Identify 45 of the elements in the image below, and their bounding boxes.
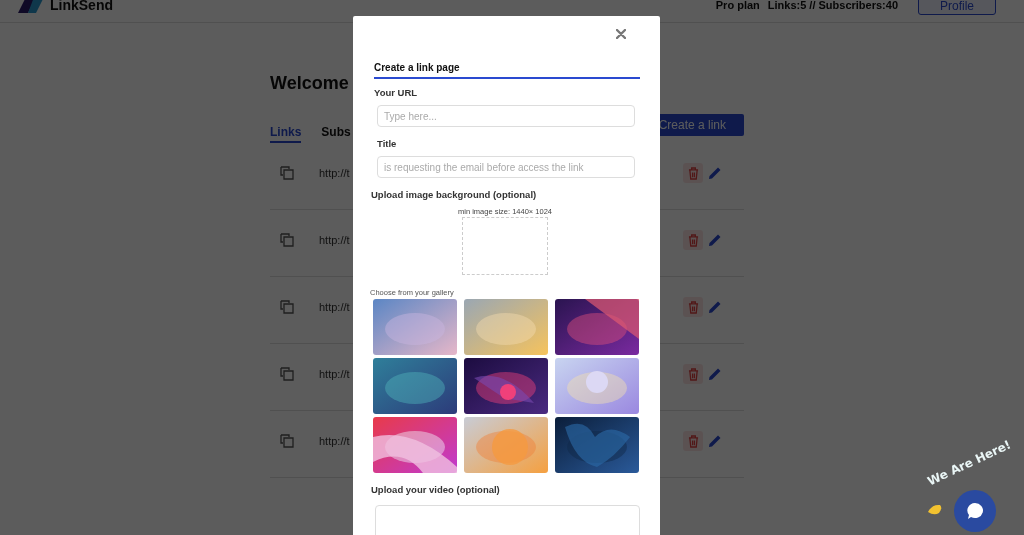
trash-icon xyxy=(687,233,699,247)
chat-button[interactable] xyxy=(954,490,996,532)
image-upload-label: Upload image background (optional) xyxy=(371,189,538,200)
video-upload-label: Upload your video (optional) xyxy=(371,484,501,495)
link-url[interactable]: http://t xyxy=(319,301,350,313)
copy-icon[interactable] xyxy=(280,367,294,381)
edit-icon[interactable] xyxy=(708,434,722,448)
video-upload-area[interactable] xyxy=(375,505,640,535)
delete-button[interactable] xyxy=(683,364,703,384)
welcome-heading: Welcome xyxy=(270,73,349,94)
link-url[interactable]: http://t xyxy=(319,435,350,447)
profile-button[interactable]: Profile xyxy=(918,0,996,15)
trash-icon xyxy=(687,434,699,448)
copy-icon[interactable] xyxy=(280,434,294,448)
edit-icon[interactable] xyxy=(708,233,722,247)
edit-icon[interactable] xyxy=(708,367,722,381)
dialog-tab[interactable]: Create a link page xyxy=(374,62,640,79)
edit-icon[interactable] xyxy=(708,166,722,180)
link-url[interactable]: http://t xyxy=(319,167,350,179)
copy-icon[interactable] xyxy=(280,300,294,314)
close-icon[interactable] xyxy=(616,29,626,39)
trash-icon xyxy=(687,367,699,381)
copy-icon[interactable] xyxy=(280,233,294,247)
delete-button[interactable] xyxy=(683,431,703,451)
plan-label: Pro plan xyxy=(715,0,760,11)
tab[interactable]: Links xyxy=(270,125,302,143)
logo-icon xyxy=(18,0,44,13)
edit-icon[interactable] xyxy=(708,300,722,314)
title-input-field[interactable]: is requesting the email before access the link xyxy=(377,156,635,178)
title-label: Title xyxy=(377,138,398,149)
trash-icon xyxy=(687,300,699,314)
brand-name: LinkSend xyxy=(50,0,113,13)
link-url[interactable]: http://t xyxy=(319,234,350,246)
url-label: Your URL xyxy=(374,87,419,98)
chat-bubble-icon xyxy=(965,501,985,521)
url-input-field[interactable]: Type here... xyxy=(377,105,635,127)
copy-icon[interactable] xyxy=(280,166,294,180)
trash-icon xyxy=(687,166,699,180)
delete-button[interactable] xyxy=(683,230,703,250)
delete-button[interactable] xyxy=(683,297,703,317)
image-drop-zone[interactable] xyxy=(462,217,548,275)
stats-label: Links:5 // Subscribers:40 xyxy=(767,0,898,11)
link-url[interactable]: http://t xyxy=(319,368,350,380)
tab[interactable]: Subs xyxy=(321,125,351,143)
delete-button[interactable] xyxy=(683,163,703,183)
